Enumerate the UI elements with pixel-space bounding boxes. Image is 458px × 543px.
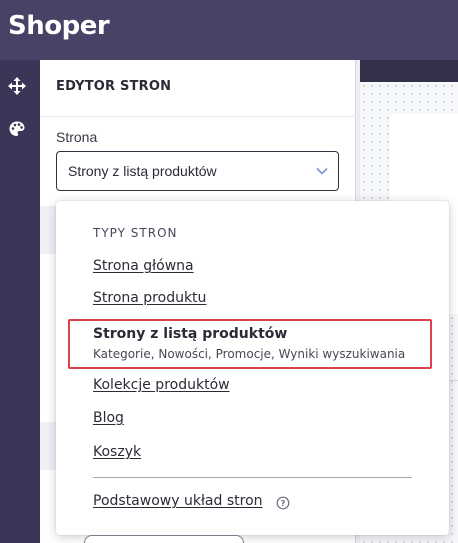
chevron-down-icon [316,166,328,176]
selected-item-description: Kategorie, Nowości, Promocje, Wyniki wys… [93,347,406,361]
svg-text:?: ? [281,499,286,508]
palette-icon[interactable] [8,120,26,138]
panel-divider [40,116,356,117]
dropdown-heading: TYPY STRON [93,226,178,240]
move-icon[interactable] [8,77,26,95]
dropdown-item-home[interactable]: Strona główna [93,258,194,274]
dropdown-item-base-layout[interactable]: Podstawowy układ stron [93,493,263,509]
dropdown-divider [93,477,412,478]
panel-title: EDYTOR STRON [56,79,172,94]
selected-item-label: Strony z listą produktów [93,326,288,342]
dropdown-item-product-lists-selected[interactable]: Strony z listą produktów Kategorie, Nowo… [68,319,432,369]
page-field-label: Strona [56,129,98,145]
help-icon[interactable]: ? [276,496,290,510]
page-select[interactable]: Strony z listą produktów [56,151,339,191]
brand-logo: Shoper [8,11,110,41]
dropdown-item-blog[interactable]: Blog [93,410,124,426]
canvas-toolbar [360,60,458,82]
dropdown-item-cart[interactable]: Koszyk [93,444,141,460]
dropdown-item-product[interactable]: Strona produktu [93,290,206,306]
top-bar: Shoper [0,0,458,60]
side-rail [0,60,40,543]
dropdown-item-collections[interactable]: Kolekcje produktów [93,377,230,393]
page-select-value: Strony z listą produktów [68,163,217,179]
bottom-button-outline[interactable] [84,535,244,543]
page-type-dropdown: TYPY STRON Strona główna Strona produktu… [56,201,449,535]
